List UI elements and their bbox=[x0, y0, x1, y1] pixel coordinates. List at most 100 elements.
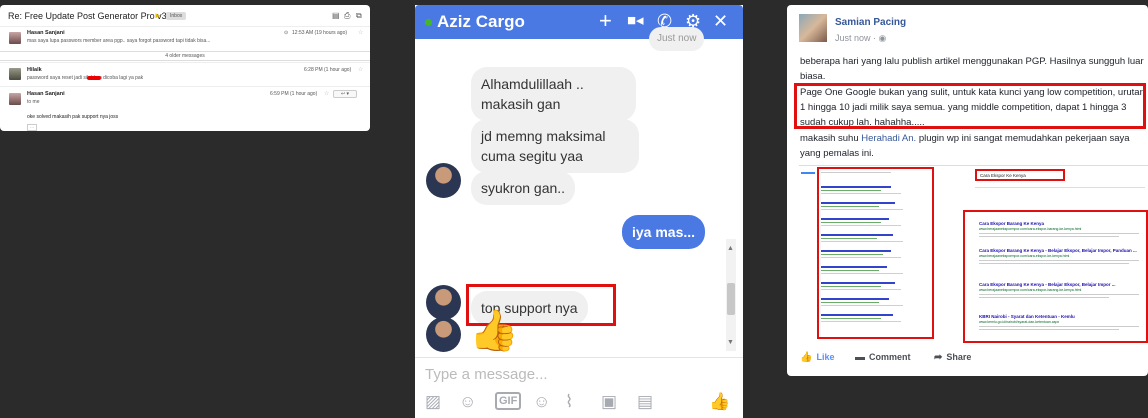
author-avatar[interactable] bbox=[799, 14, 827, 42]
result-title[interactable]: Cara Ekspor Barang Ke Kenya - Belajar Ek… bbox=[979, 248, 1137, 253]
result-snippet-line bbox=[979, 326, 1139, 327]
my-message-bubble: iya mas... bbox=[622, 215, 706, 249]
message-list[interactable]: Just now Alhamdulillaah .. makasih gan j… bbox=[415, 27, 743, 357]
message-bubble: Alhamdulillaah .. makasih gan bbox=[471, 67, 636, 121]
comment-icon: ▬ bbox=[855, 352, 865, 363]
archive-icon[interactable]: ▤ bbox=[332, 11, 340, 20]
post-paragraph: makasih suhu Herahadi An. plugin wp ini … bbox=[800, 131, 1145, 161]
message-snippet: mas saya lupa passwors member area pgp..… bbox=[27, 38, 211, 44]
contact-avatar[interactable] bbox=[426, 317, 461, 352]
result-snippet-line bbox=[979, 263, 1129, 264]
result-title[interactable]: Cara Ekspor Barang Ke Kenya bbox=[979, 221, 1044, 226]
message-row[interactable]: Hasan Sanjani mas saya lupa passwors mem… bbox=[0, 26, 370, 50]
important-icon[interactable]: ► bbox=[154, 11, 162, 20]
older-messages-toggle[interactable]: 4 older messages bbox=[0, 51, 370, 61]
attachment-icon: ⊙ bbox=[284, 30, 289, 36]
result-snippet-line bbox=[979, 260, 1139, 261]
calendar-icon[interactable]: ▤ bbox=[637, 392, 653, 412]
photo-icon[interactable]: ▨ bbox=[425, 392, 441, 412]
paragraph-prefix: makasih suhu bbox=[800, 133, 862, 144]
show-trimmed-icon[interactable]: ··· bbox=[27, 124, 37, 131]
send-like-icon[interactable]: 👍 bbox=[709, 392, 730, 412]
sender-name: Hilalk bbox=[27, 67, 42, 73]
result-title[interactable]: KBRI Nairobi - Syarat dan Ketentuan - Ke… bbox=[979, 314, 1075, 319]
message-time: 12:53 AM (19 hours ago) bbox=[292, 30, 348, 36]
gif-icon[interactable]: GIF bbox=[495, 392, 522, 410]
like-button[interactable]: 👍 Like bbox=[800, 352, 834, 363]
sender-name: Hasan Sanjani bbox=[27, 30, 65, 36]
redacted-password bbox=[87, 76, 101, 80]
message-timestamp: Just now bbox=[649, 27, 705, 51]
like-label: Like bbox=[816, 352, 835, 362]
scroll-down-icon[interactable]: ▼ bbox=[727, 339, 734, 346]
reply-button[interactable]: ↩ ▾ bbox=[333, 90, 357, 98]
google-logo bbox=[801, 172, 815, 174]
star-icon[interactable]: ☆ bbox=[358, 29, 363, 36]
message-bubble: syukron gan.. bbox=[471, 171, 576, 205]
scroll-up-icon[interactable]: ▲ bbox=[727, 245, 734, 252]
comment-button[interactable]: ▬ Comment bbox=[855, 352, 911, 363]
globe-icon: ◉ bbox=[878, 33, 887, 43]
star-icon[interactable]: ☆ bbox=[324, 90, 329, 97]
author-name[interactable]: Samian Pacing bbox=[835, 17, 906, 28]
search-tabs-bar bbox=[975, 187, 1145, 188]
message-bubble: jd memng maksimal cuma segitu yaa bbox=[471, 119, 639, 173]
message-time: 6:59 PM (1 hour ago) bbox=[270, 91, 318, 97]
camera-icon[interactable]: ▣ bbox=[601, 392, 617, 412]
online-status-icon bbox=[425, 19, 432, 26]
avatar bbox=[9, 68, 21, 80]
inbox-label[interactable]: Inbox bbox=[166, 12, 187, 20]
facebook-post: Samian Pacing Just now · ◉ beberapa hari… bbox=[787, 5, 1148, 376]
result-snippet-line bbox=[979, 329, 1119, 330]
share-arrow-icon: ➦ bbox=[934, 352, 943, 363]
contact-avatar[interactable] bbox=[426, 163, 461, 198]
contact-avatar[interactable] bbox=[426, 285, 461, 320]
recipient-line[interactable]: to me bbox=[27, 99, 40, 105]
close-icon[interactable]: ✕ bbox=[713, 10, 728, 32]
result-url: www.berajaanekspormpor.com/cara-ekspor-k… bbox=[979, 254, 1070, 258]
gmail-thread-panel: Re: Free Update Post Generator Pro v3.7 … bbox=[0, 5, 370, 131]
avatar bbox=[9, 93, 21, 105]
sticker-icon[interactable]: ☺ bbox=[459, 392, 476, 412]
share-label: Share bbox=[946, 352, 972, 362]
emoji-icon[interactable]: ☺ bbox=[533, 392, 550, 412]
message-snippet: password saya reset jadi silahkan dicoba… bbox=[27, 75, 144, 81]
thumbs-up-icon: 👍 bbox=[800, 352, 813, 363]
avatar bbox=[9, 32, 21, 44]
result-url: www.kemlu.go.id/nairobi/syarat-dan-keten… bbox=[979, 320, 1060, 324]
result-url: www.berajaanekspormpor.com/cara-ekspor-b… bbox=[979, 227, 1082, 231]
email-subject: Re: Free Update Post Generator Pro v3.7 bbox=[8, 11, 175, 21]
star-icon[interactable]: ☆ bbox=[358, 66, 363, 73]
mention-link[interactable]: Herahadi An. bbox=[861, 133, 916, 144]
result-snippet-line bbox=[979, 294, 1139, 295]
messenger-chat-window: Aziz Cargo + ■◂ ✆ ⚙ ✕ Just now Alhamduli… bbox=[415, 5, 743, 418]
search-query-box: Cara Ekspor Ke Kenya bbox=[975, 169, 1065, 181]
highlight-box bbox=[794, 83, 1146, 129]
add-people-icon[interactable]: + bbox=[599, 10, 612, 32]
thumbs-up-sticker-icon: 👍 bbox=[469, 309, 519, 353]
message-time: 6:28 PM (1 hour ago) bbox=[304, 67, 352, 73]
sender-name: Hasan Sanjani bbox=[27, 91, 65, 97]
message-input[interactable]: Type a message... bbox=[425, 366, 548, 383]
post-time-text[interactable]: Just now bbox=[835, 33, 871, 43]
new-window-icon[interactable]: ⧉ bbox=[356, 11, 362, 21]
post-timestamp[interactable]: Just now · ◉ bbox=[835, 33, 886, 44]
post-paragraph: beberapa hari yang lalu publish artikel … bbox=[800, 56, 1144, 82]
message-row[interactable]: Hilalk password saya reset jadi silahkan… bbox=[0, 62, 370, 86]
attachment-icon[interactable]: ⌇ bbox=[565, 392, 573, 412]
scrollbar-thumb[interactable] bbox=[727, 283, 735, 315]
share-button[interactable]: ➦ Share bbox=[934, 352, 971, 363]
message-row-expanded[interactable]: Hasan Sanjani to me 6:59 PM (1 hour ago)… bbox=[0, 86, 370, 131]
result-url: www.berajaanekspormpor.com/cara-ekspor-b… bbox=[979, 288, 1082, 292]
comment-label: Comment bbox=[869, 352, 911, 362]
result-snippet-line bbox=[979, 297, 1109, 298]
result-title[interactable]: Cara Ekspor Barang Ke Kenya - Belajar Ek… bbox=[979, 282, 1116, 287]
result-snippet-line bbox=[979, 236, 1119, 237]
contact-name[interactable]: Aziz Cargo bbox=[437, 12, 525, 32]
print-icon[interactable]: ⎙ bbox=[344, 11, 350, 21]
post-image-search-results[interactable]: Cara Ekspor Ke Kenya Cara Ekspor Barang … bbox=[799, 165, 1148, 343]
composer: Type a message... ▨ ☺ GIF ☺ ⌇ ▣ ▤ 👍 bbox=[415, 357, 743, 418]
results-column-right: Cara Ekspor Ke Kenya Cara Ekspor Barang … bbox=[963, 166, 1148, 343]
video-call-icon[interactable]: ■◂ bbox=[627, 10, 644, 32]
highlight-box bbox=[817, 167, 934, 339]
